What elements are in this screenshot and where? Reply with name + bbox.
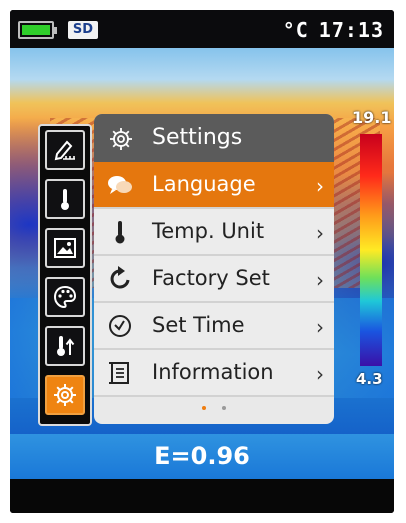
menu-item-label: Information	[152, 360, 274, 384]
battery-level	[22, 25, 50, 35]
page-dot-inactive[interactable]	[222, 406, 226, 410]
page-indicator	[94, 406, 334, 410]
sidebar-item-palette[interactable]	[45, 277, 85, 317]
chevron-right-icon: ›	[316, 221, 324, 245]
status-right: °C 17:13	[273, 18, 384, 42]
menu-item-information[interactable]: Information ›	[94, 350, 334, 397]
emissivity-bar: E=0.96	[10, 434, 394, 479]
battery-icon	[18, 21, 57, 39]
sidebar-item-image-edit[interactable]	[45, 130, 85, 170]
chevron-right-icon: ›	[316, 174, 324, 198]
chevron-right-icon: ›	[316, 362, 324, 386]
speech-bubbles-icon	[108, 176, 132, 194]
thermometer-icon	[61, 189, 69, 210]
reset-arrow-icon	[110, 266, 130, 289]
menu-item-set-time[interactable]: Set Time ›	[94, 303, 334, 350]
temperature-unit: °C	[282, 18, 309, 42]
gear-icon	[54, 384, 76, 406]
temperature-alarm-icon	[57, 336, 75, 356]
image-edit-icon	[54, 140, 75, 161]
thermometer-icon	[115, 221, 125, 244]
clock-icon	[109, 315, 131, 337]
clock-time: 17:13	[318, 18, 384, 42]
emissivity-value: E=0.96	[154, 442, 250, 470]
chevron-right-icon: ›	[316, 315, 324, 339]
page-dot-active[interactable]	[202, 406, 206, 410]
settings-panel: Settings Language › Temp. Unit › Factory…	[94, 114, 334, 424]
status-bar: SD °C 17:13	[10, 10, 394, 48]
sidebar-item-thermometer[interactable]	[45, 179, 85, 219]
menu-item-label: Set Time	[152, 313, 245, 337]
chevron-right-icon: ›	[316, 268, 324, 292]
scale-max-value: 19.1	[352, 108, 392, 127]
sidebar-item-temperature-alarm[interactable]	[45, 326, 85, 366]
settings-gear-icon	[110, 128, 132, 150]
document-icon	[109, 362, 129, 384]
sd-card-badge: SD	[68, 21, 98, 39]
menu-item-label: Temp. Unit	[152, 219, 265, 243]
battery-tip	[54, 27, 57, 34]
palette-icon	[53, 285, 77, 309]
sidebar-item-picture[interactable]	[45, 228, 85, 268]
scale-min-value: 4.3	[356, 370, 383, 388]
display-screen: SD °C 17:13 19.1 4.3 Settings Language ›…	[10, 10, 394, 513]
picture-icon	[54, 238, 76, 258]
bottom-bar	[10, 479, 394, 513]
settings-title: Settings	[152, 125, 243, 150]
menu-item-language[interactable]: Language ›	[94, 162, 334, 209]
mode-sidebar	[38, 124, 92, 426]
thermal-camera-device: SD °C 17:13 19.1 4.3 Settings Language ›…	[0, 0, 406, 523]
menu-item-label: Factory Set	[152, 266, 270, 290]
settings-header: Settings	[94, 114, 334, 162]
menu-item-label: Language	[152, 172, 256, 196]
sidebar-item-settings[interactable]	[45, 375, 85, 415]
menu-item-factory-set[interactable]: Factory Set ›	[94, 256, 334, 303]
menu-item-temp-unit[interactable]: Temp. Unit ›	[94, 209, 334, 256]
color-scale-bar	[360, 134, 382, 366]
